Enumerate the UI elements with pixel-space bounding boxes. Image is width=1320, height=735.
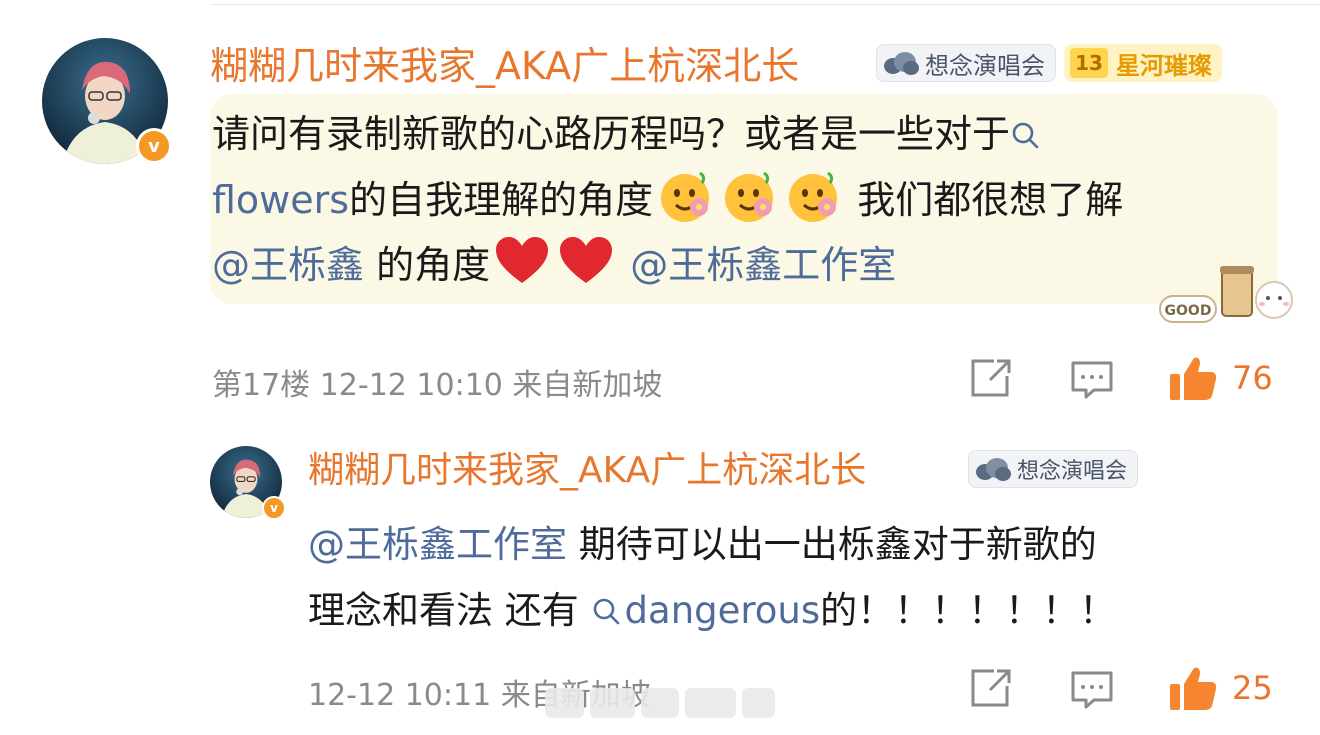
good-coffee-sticker-icon: GOOD: [1159, 266, 1293, 323]
badge-star-level[interactable]: 13 星河璀璨: [1064, 44, 1222, 82]
text-segment: 理念和看法 还有: [308, 589, 579, 632]
topic-link-icon[interactable]: [1010, 112, 1044, 156]
text-segment: 的！！！！！！！: [820, 589, 1117, 632]
like-count: 76: [1232, 359, 1273, 397]
comment-button[interactable]: [1070, 670, 1114, 710]
share-button[interactable]: [970, 668, 1012, 708]
cloud-icon: [973, 455, 1013, 483]
topic-link[interactable]: dangerous: [625, 589, 821, 632]
comment-line: flowers的自我理解的角度 我们都很想了解: [212, 167, 1272, 233]
share-icon: [971, 669, 1011, 707]
avatar[interactable]: v: [42, 38, 172, 164]
username[interactable]: 糊糊几时来我家_AKA广上杭深北长: [210, 40, 799, 92]
badge-concert-label: 想念演唱会: [925, 51, 1045, 80]
watermark: [545, 688, 776, 722]
badge-concert[interactable]: 想念演唱会: [876, 44, 1056, 82]
share-icon: [971, 359, 1011, 397]
comment-line: 请问有录制新歌的心路历程吗？或者是一些对于: [212, 102, 1272, 167]
mention-link[interactable]: @王栎鑫工作室: [630, 243, 896, 287]
like-count: 25: [1232, 669, 1273, 707]
blush-flower-emoji-icon: [725, 171, 774, 222]
badge-star-label: 星河璀璨: [1116, 51, 1212, 80]
cloud-icon: [881, 49, 921, 77]
text-segment: 的角度: [376, 243, 491, 287]
comment-icon: [1071, 361, 1113, 399]
comment-icon: [1071, 671, 1113, 709]
badge-concert-label: 想念演唱会: [1017, 459, 1128, 484]
comment-meta: 第17楼 12-12 10:10 来自新加坡: [212, 368, 663, 403]
thumbs-up-icon: [1170, 667, 1217, 710]
like-button[interactable]: 25: [1168, 664, 1273, 712]
share-button[interactable]: [970, 358, 1012, 398]
mention-link[interactable]: @王栎鑫: [212, 243, 364, 287]
text-segment: 期待可以出一出栎鑫对于新歌的: [578, 523, 1097, 566]
comment-text: @王栎鑫工作室 期待可以出一出栎鑫对于新歌的 理念和看法 还有 dangerou…: [308, 512, 1288, 644]
comment-line: @王栎鑫工作室 期待可以出一出栎鑫对于新歌的: [308, 512, 1288, 578]
topic-link[interactable]: flowers: [212, 178, 349, 222]
badge-concert[interactable]: 想念演唱会: [968, 450, 1139, 488]
level-number: 13: [1070, 48, 1108, 78]
avatar[interactable]: v: [210, 446, 286, 520]
sticker-label: GOOD: [1165, 303, 1212, 319]
verified-badge-icon: v: [136, 128, 172, 164]
mention-link[interactable]: @王栎鑫工作室: [308, 523, 567, 566]
blush-flower-emoji-icon: [661, 171, 710, 222]
comment-button[interactable]: [1070, 360, 1114, 400]
heart-emoji-icon: [560, 237, 613, 283]
divider: [210, 4, 1320, 5]
topic-link-icon[interactable]: [591, 589, 625, 632]
username[interactable]: 糊糊几时来我家_AKA广上杭深北长: [308, 446, 866, 496]
blush-flower-emoji-icon: [789, 171, 838, 222]
comment-text: 请问有录制新歌的心路历程吗？或者是一些对于 flowers的自我理解的角度 我们…: [212, 102, 1272, 298]
comment-line: 理念和看法 还有 dangerous的！！！！！！！: [308, 578, 1288, 644]
text-segment: 请问有录制新歌的心路历程吗？或者是一些对于: [212, 112, 1011, 156]
like-button[interactable]: 76: [1168, 354, 1273, 402]
text-segment: 的自我理解的角度: [349, 178, 654, 222]
heart-emoji-icon: [496, 237, 549, 283]
text-segment: 我们都很想了解: [857, 178, 1124, 222]
comment-line: @王栎鑫 的角度 @王栎鑫工作室: [212, 233, 1272, 298]
verified-badge-icon: v: [262, 496, 286, 520]
thumbs-up-icon: [1170, 357, 1217, 400]
